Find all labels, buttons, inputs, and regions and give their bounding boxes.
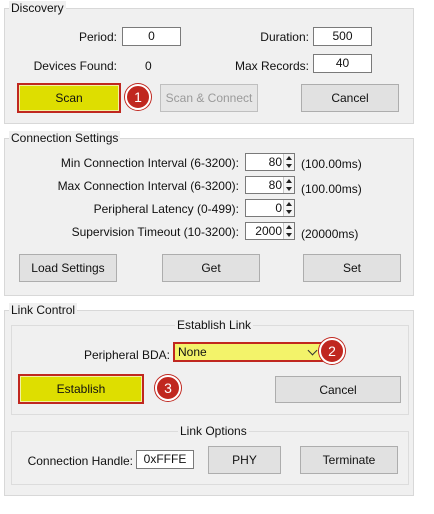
max-records-input[interactable]: 40 xyxy=(313,54,372,73)
max-interval-value: 80 xyxy=(268,178,282,192)
timeout-unit: (20000ms) xyxy=(301,227,359,241)
link-control-title: Link Control xyxy=(9,303,78,317)
discovery-title: Discovery xyxy=(9,1,66,15)
load-settings-button[interactable]: Load Settings xyxy=(19,254,117,282)
handle-label: Connection Handle: xyxy=(27,454,133,468)
timeout-label: Supervision Timeout (10-3200): xyxy=(71,225,239,239)
max-interval-spinner[interactable]: 80 xyxy=(245,176,295,194)
link-options-group: Link Options Connection Handle: 0xFFFE P… xyxy=(11,424,409,485)
spinner-arrows-icon[interactable] xyxy=(283,200,294,216)
timeout-value: 2000 xyxy=(255,224,282,238)
min-interval-spinner[interactable]: 80 xyxy=(245,153,295,171)
latency-label: Peripheral Latency (0-499): xyxy=(93,202,239,216)
connection-settings-panel: Connection Settings Min Connection Inter… xyxy=(4,131,414,296)
connection-settings-title: Connection Settings xyxy=(9,131,121,145)
latency-value: 0 xyxy=(275,201,282,215)
link-options-title: Link Options xyxy=(178,424,249,438)
bda-value: None xyxy=(178,345,207,359)
max-interval-unit: (100.00ms) xyxy=(301,182,362,196)
scan-connect-button[interactable]: Scan & Connect xyxy=(160,84,258,112)
discovery-cancel-button[interactable]: Cancel xyxy=(301,84,399,112)
callout-2: 2 xyxy=(319,338,345,364)
bda-label: Peripheral BDA: xyxy=(83,348,170,362)
bda-select[interactable]: None xyxy=(173,342,323,362)
min-interval-unit: (100.00ms) xyxy=(301,157,362,171)
terminate-button[interactable]: Terminate xyxy=(300,446,398,474)
period-label: Period: xyxy=(78,30,117,44)
latency-spinner[interactable]: 0 xyxy=(245,199,295,217)
scan-button[interactable]: Scan xyxy=(17,83,121,113)
callout-3: 3 xyxy=(155,375,181,401)
devices-found-value: 0 xyxy=(145,59,152,73)
spinner-arrows-icon[interactable] xyxy=(283,223,294,239)
max-interval-label: Max Connection Interval (6-3200): xyxy=(57,179,239,193)
establish-button[interactable]: Establish xyxy=(18,374,144,404)
link-control-panel: Link Control Establish Link Peripheral B… xyxy=(4,303,414,496)
establish-link-group: Establish Link Peripheral BDA: None 2 Es… xyxy=(11,318,409,415)
spinner-arrows-icon[interactable] xyxy=(283,177,294,193)
duration-label: Duration: xyxy=(260,30,309,44)
get-button[interactable]: Get xyxy=(162,254,260,282)
period-input[interactable]: 0 xyxy=(122,27,181,46)
chevron-down-icon[interactable] xyxy=(307,345,318,356)
link-cancel-button[interactable]: Cancel xyxy=(275,376,401,403)
handle-input[interactable]: 0xFFFE xyxy=(136,450,194,469)
callout-1: 1 xyxy=(125,84,151,110)
discovery-panel: Discovery Period: 0 Duration: 500 Device… xyxy=(4,1,414,124)
timeout-spinner[interactable]: 2000 xyxy=(245,222,295,240)
phy-button[interactable]: PHY xyxy=(208,446,281,474)
duration-input[interactable]: 500 xyxy=(313,27,372,46)
spinner-arrows-icon[interactable] xyxy=(283,154,294,170)
set-button[interactable]: Set xyxy=(303,254,401,282)
min-interval-label: Min Connection Interval (6-3200): xyxy=(60,156,239,170)
establish-link-title: Establish Link xyxy=(175,318,254,332)
devices-found-label: Devices Found: xyxy=(33,59,117,73)
min-interval-value: 80 xyxy=(268,155,282,169)
max-records-label: Max Records: xyxy=(234,59,309,73)
